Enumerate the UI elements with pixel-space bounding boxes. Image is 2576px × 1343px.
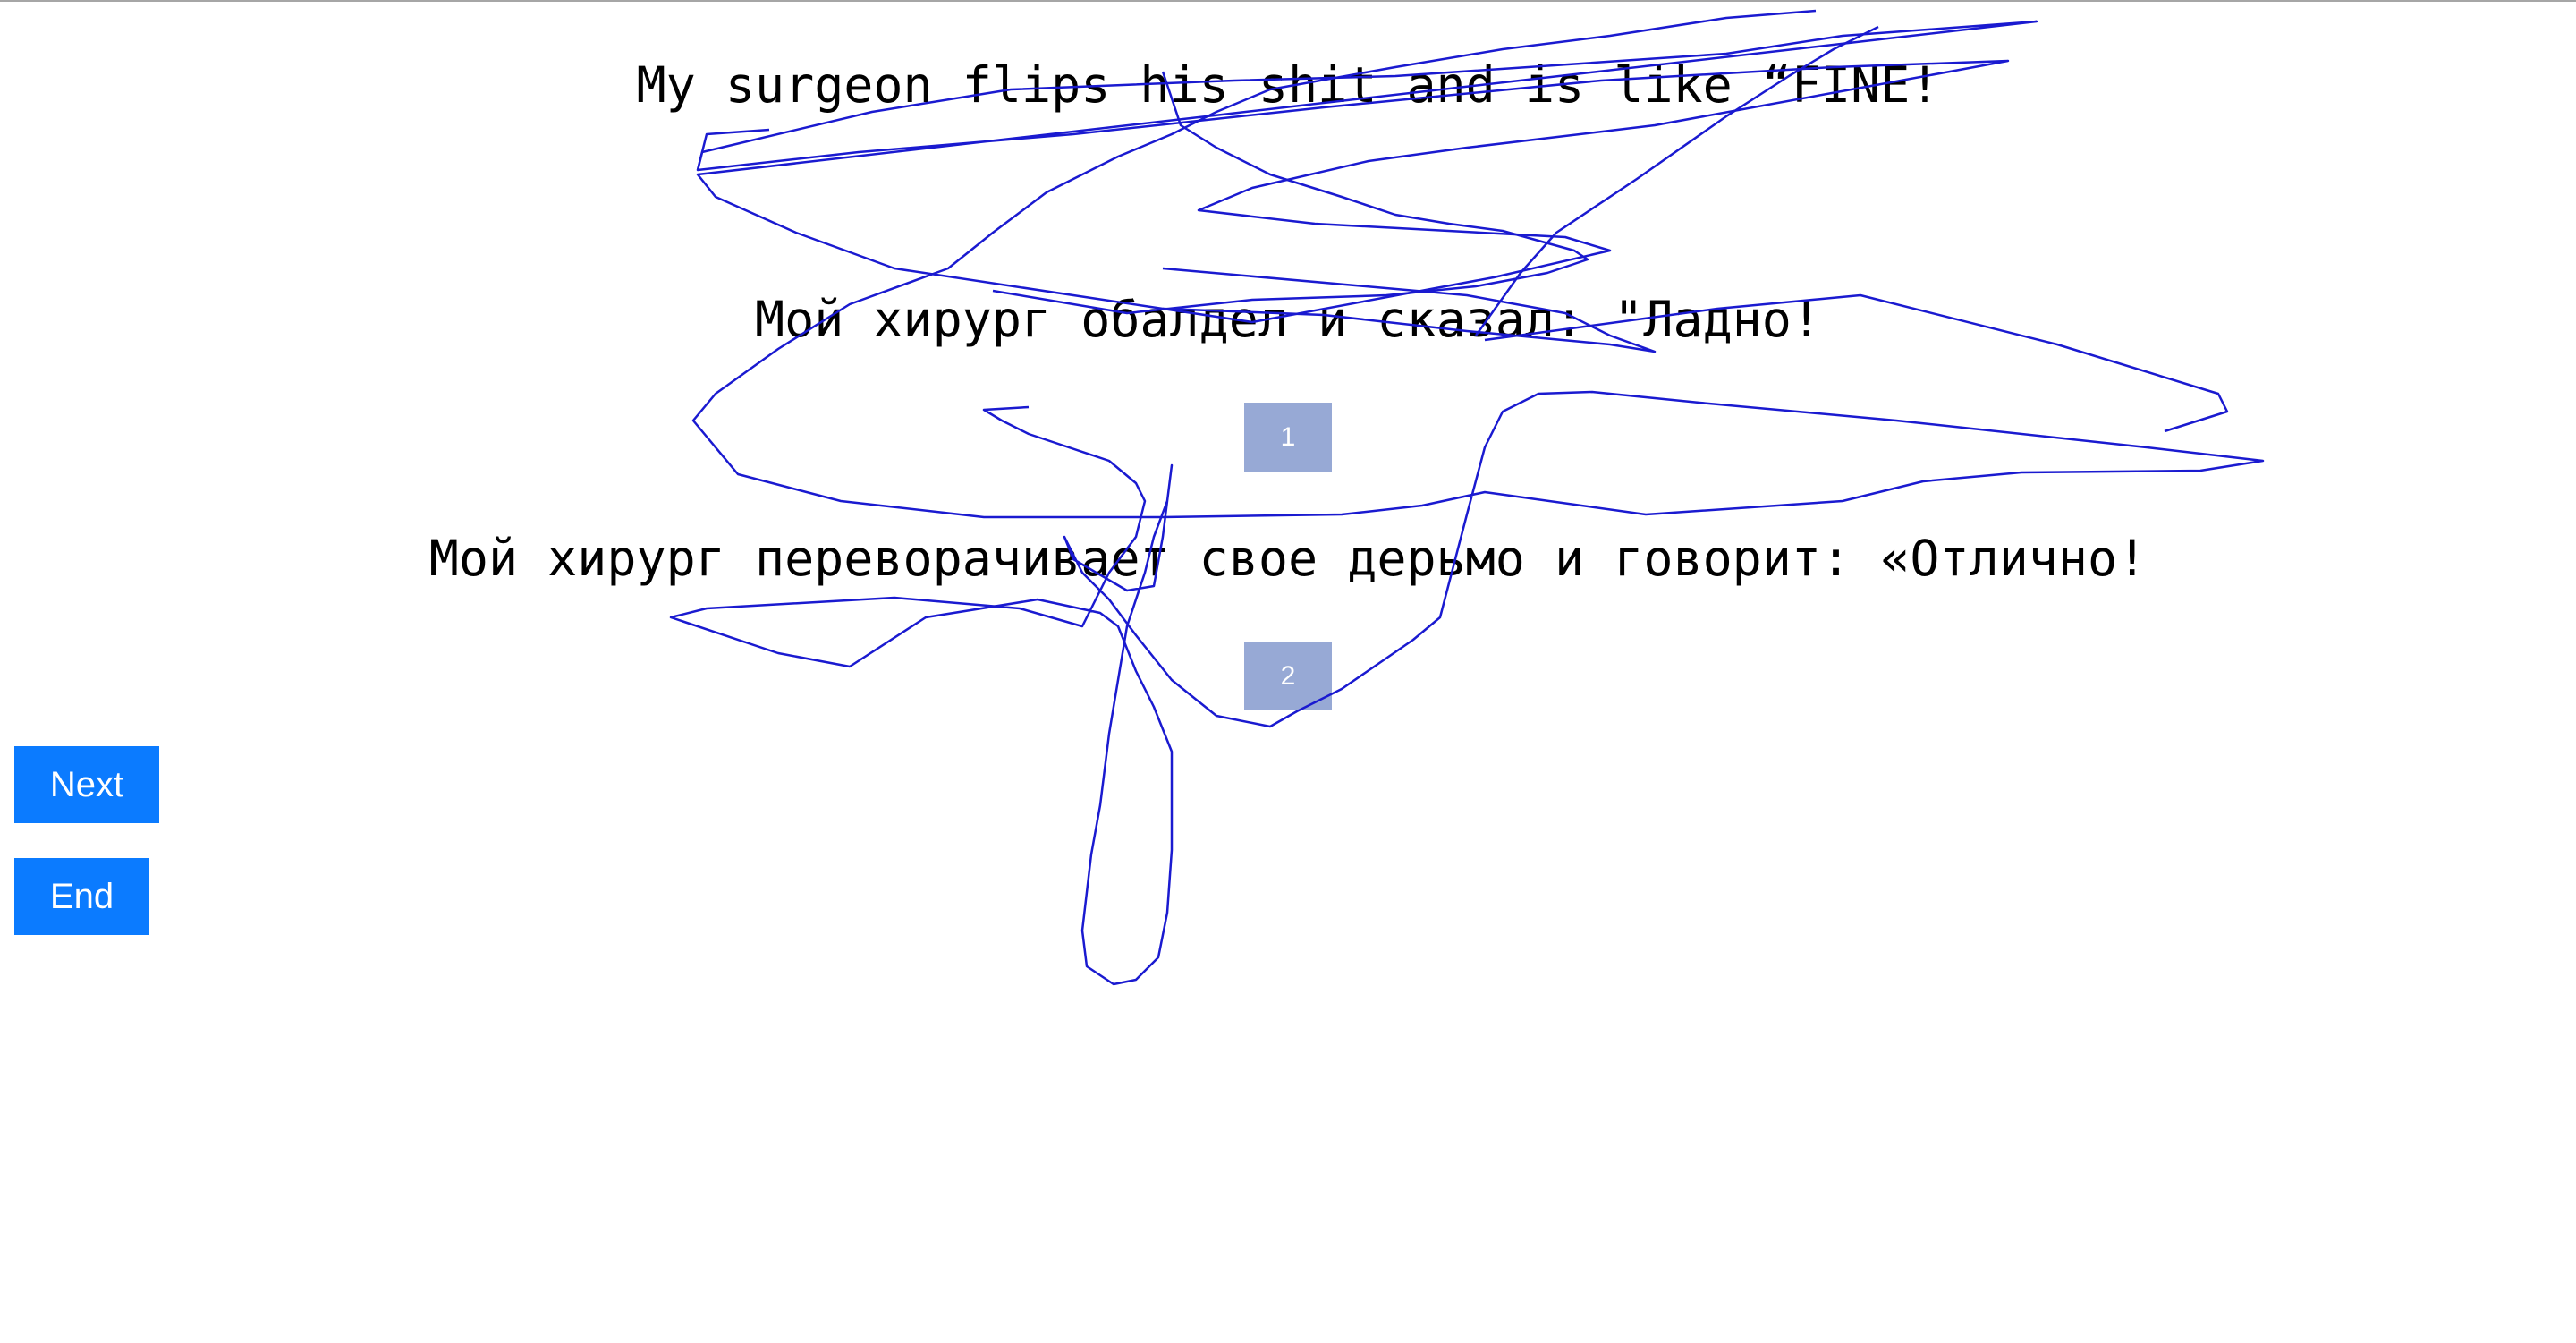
scribble-stroke (669, 9, 2265, 986)
translation-option-2: Мой хирург переворачивает свое дерьмо и … (428, 530, 2148, 587)
annotation-canvas[interactable]: My surgeon flips his shit and is like “F… (0, 0, 2576, 1343)
select-translation-2-button[interactable]: 2 (1244, 642, 1332, 710)
next-button[interactable]: Next (14, 746, 159, 823)
select-translation-1-button[interactable]: 1 (1244, 403, 1332, 472)
scribble-stroke (696, 128, 770, 171)
translation-option-1: Мой хирург обалдел и сказал: "Ладно! (754, 291, 1822, 348)
top-border (0, 0, 2576, 2)
source-sentence: My surgeon flips his shit and is like “F… (636, 56, 1940, 114)
end-button[interactable]: End (14, 858, 149, 935)
